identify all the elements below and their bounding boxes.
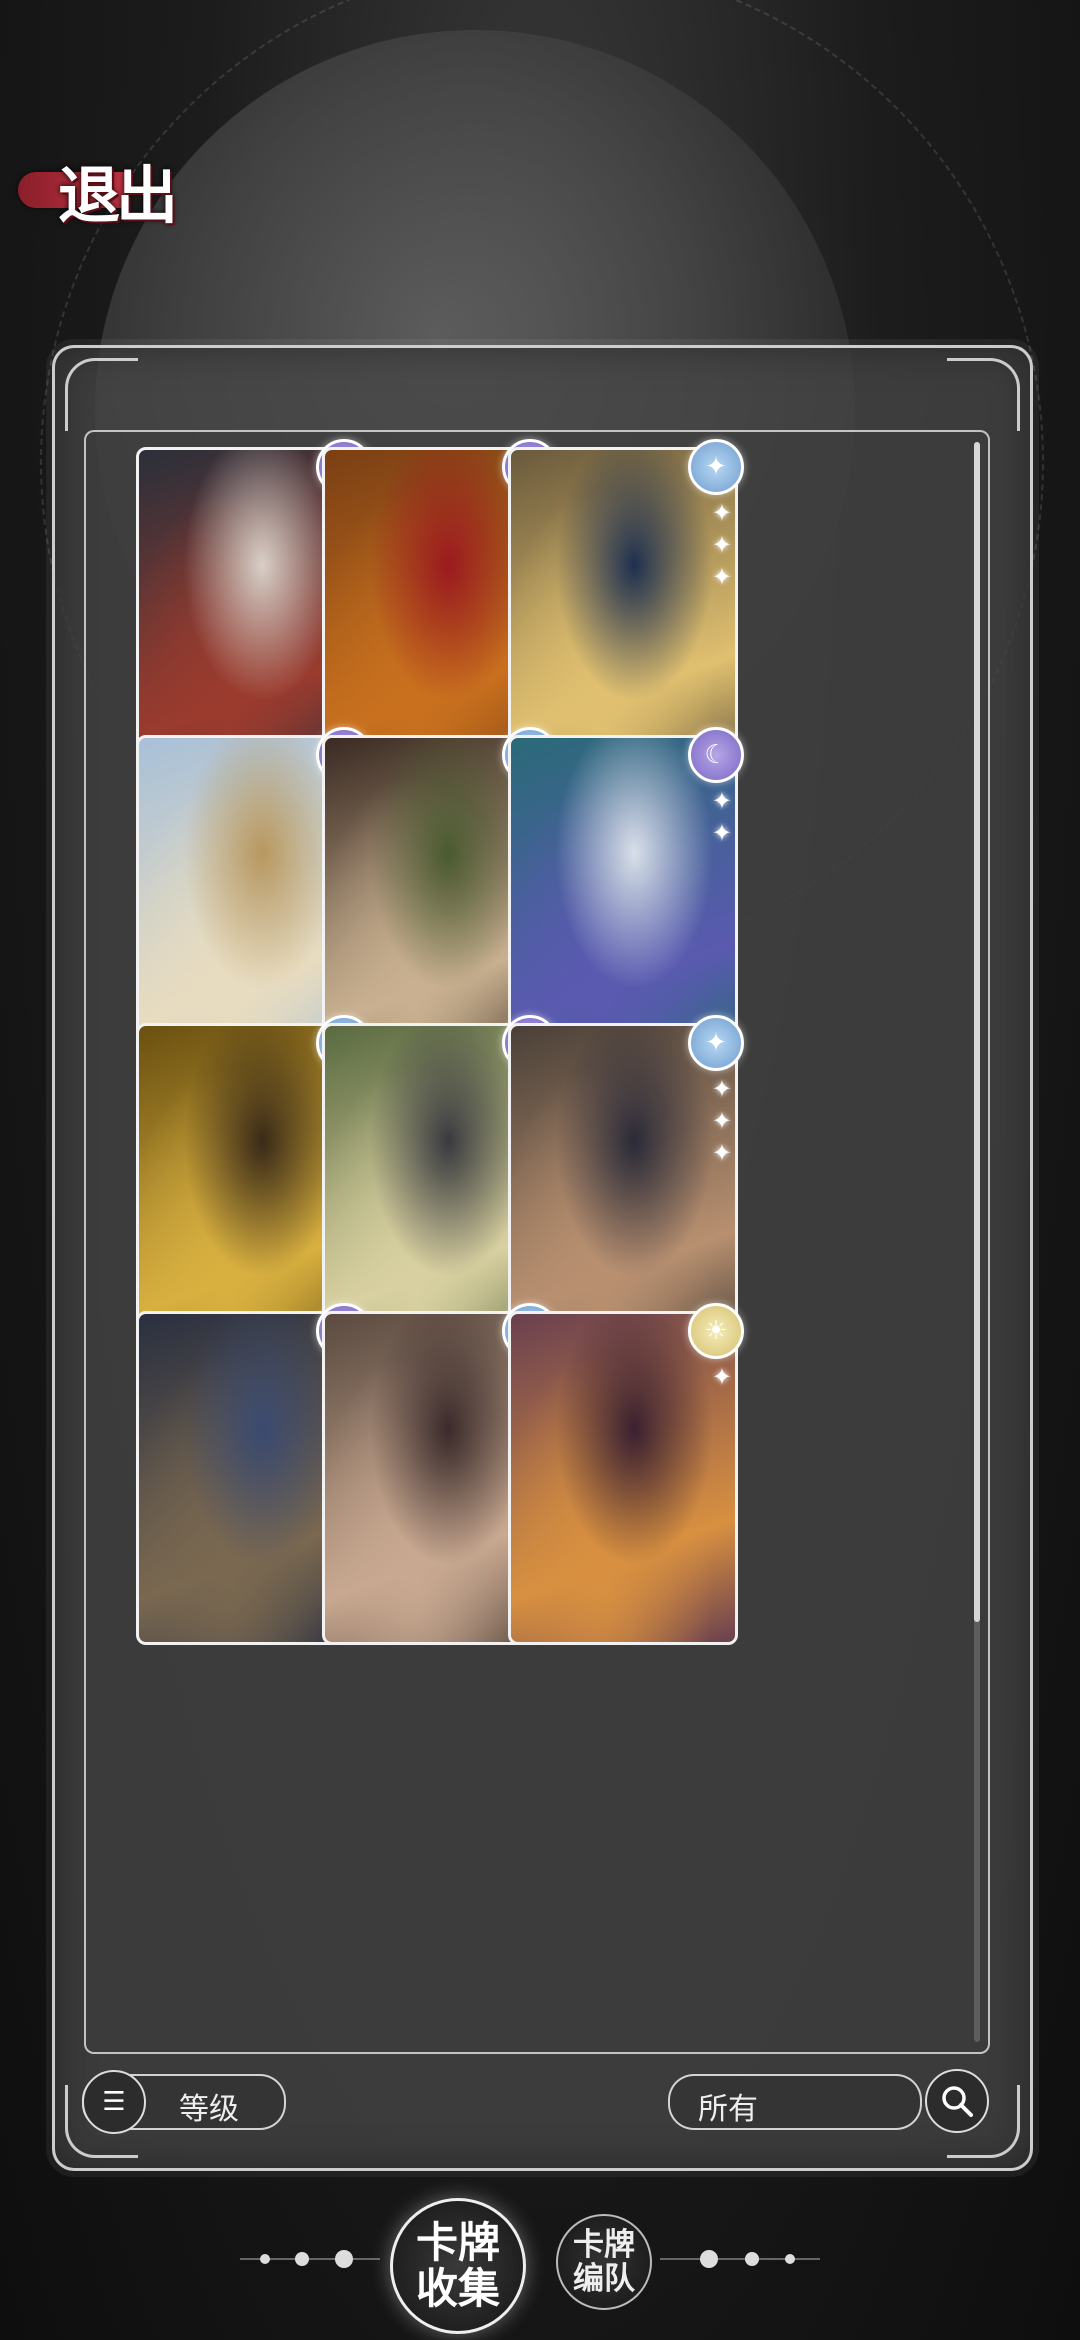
card-team-tab[interactable]: 卡牌编队	[556, 2214, 652, 2310]
card-artwork	[508, 1311, 738, 1645]
nav-dot-icon	[700, 2250, 718, 2268]
moon-icon: ☾	[688, 727, 744, 783]
filter-label: 所有	[698, 2092, 758, 2127]
nav-dot-icon	[745, 2252, 759, 2266]
card-collection-label: 卡牌收集	[415, 2218, 500, 2313]
sort-label: 等级	[179, 2092, 239, 2127]
bottom-nav: 卡牌收集 卡牌编队	[0, 2190, 1080, 2340]
exit-label: 退出	[58, 159, 178, 232]
exit-button[interactable]: 退出	[18, 150, 188, 232]
scrollbar[interactable]	[974, 442, 980, 2042]
search-icon[interactable]	[925, 2069, 989, 2133]
rarity-sparkle-icon: ✦	[711, 1363, 732, 1391]
rarity-sparkle-icon: ✦✦✦	[711, 499, 732, 591]
card-item[interactable]: ☀ ✦	[508, 1303, 744, 1645]
scrollbar-thumb[interactable]	[974, 442, 980, 1622]
corner-ornament-icon	[947, 358, 1020, 431]
sun-icon: ☀	[688, 1303, 744, 1359]
nav-dot-icon	[335, 2250, 353, 2268]
nav-dot-icon	[260, 2254, 270, 2264]
nav-divider	[660, 2258, 820, 2260]
star-icon: ✦	[688, 1015, 744, 1071]
sort-button[interactable]: ☰ 等级	[82, 2070, 286, 2134]
rarity-sparkle-icon: ✦✦✦	[711, 1075, 732, 1167]
star-icon: ✦	[688, 439, 744, 495]
card-collection-tab[interactable]: 卡牌收集	[390, 2198, 526, 2334]
sort-list-icon: ☰	[82, 2070, 146, 2134]
card-team-label: 卡牌编队	[573, 2227, 635, 2297]
card-grid[interactable]: 105级☾✦✦鸦巢夜谈105级☾✦✦长日之悼60级✦✦✦✦装扮的小烦恼60级☾✦…	[84, 430, 990, 2054]
corner-ornament-icon	[65, 358, 138, 431]
nav-dot-icon	[785, 2254, 795, 2264]
filter-dropdown[interactable]: 所有	[668, 2074, 922, 2130]
rarity-sparkle-icon: ✦✦	[711, 787, 732, 847]
nav-dot-icon	[295, 2252, 309, 2266]
